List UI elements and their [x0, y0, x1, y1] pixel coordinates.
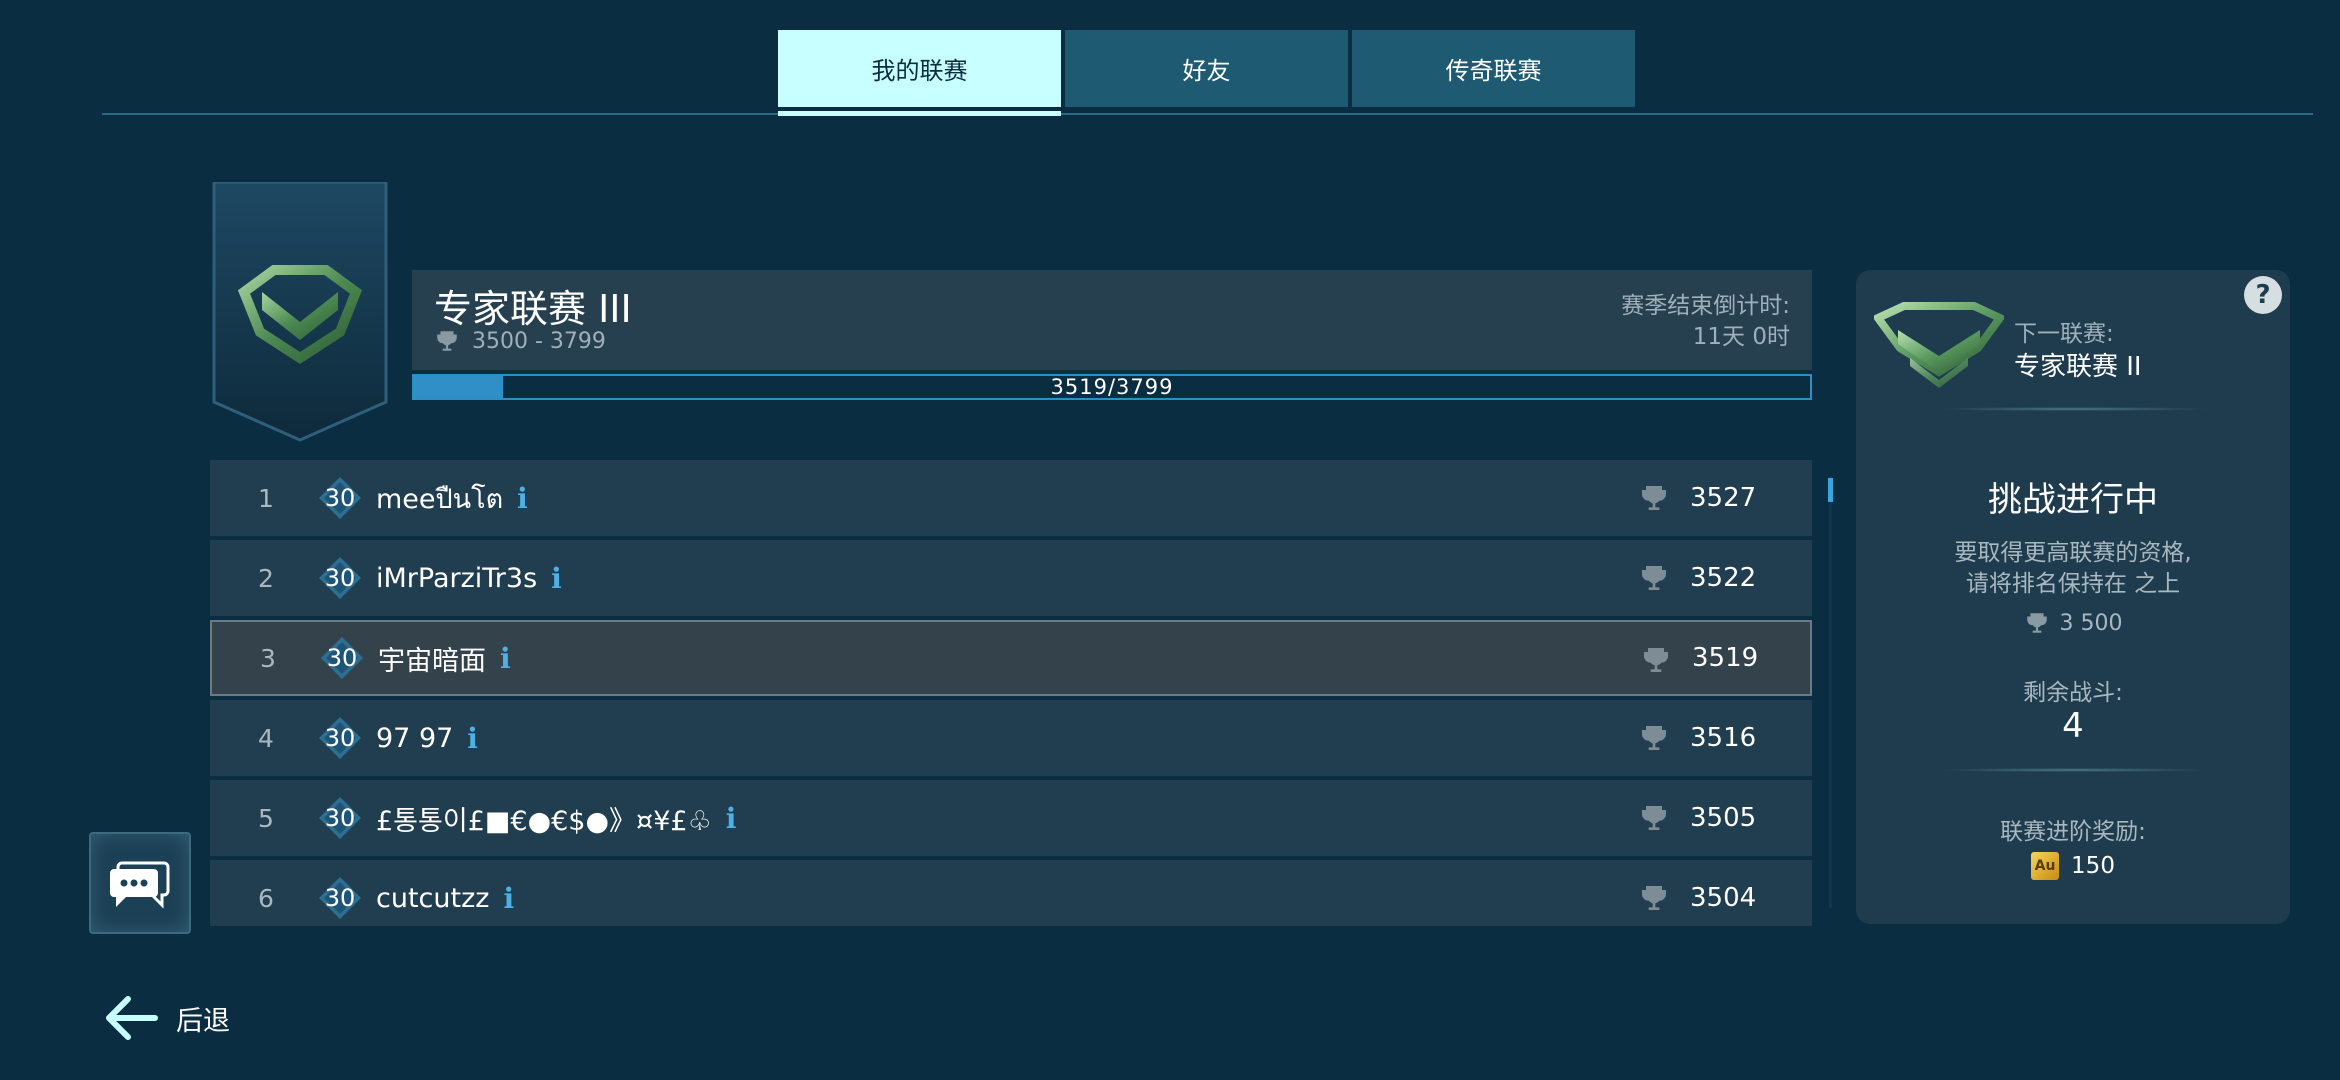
season-countdown-value: 11天 0时 — [1692, 324, 1790, 350]
trophy-icon — [1642, 486, 1666, 510]
league-title: 专家联赛 III — [434, 287, 632, 331]
help-icon[interactable]: ? — [2244, 276, 2282, 314]
promotion-reward: Au 150 — [1856, 852, 2290, 880]
player-score: 3505 — [1690, 803, 1757, 833]
player-rank: 1 — [258, 483, 274, 513]
tab-legend-league[interactable]: 传奇联赛 — [1352, 30, 1635, 107]
player-level-badge: 30 — [318, 476, 362, 520]
tab-friends[interactable]: 好友 — [1065, 30, 1348, 107]
trophy-icon — [1644, 648, 1668, 672]
player-level: 30 — [326, 644, 358, 672]
player-level: 30 — [324, 884, 356, 912]
tab-my-league[interactable]: 我的联赛 — [778, 30, 1061, 107]
league-badge-icon — [212, 182, 388, 442]
player-name: meeปืนโต i — [376, 477, 528, 520]
next-league-emblem-icon — [1874, 302, 2004, 388]
chat-button[interactable] — [89, 832, 191, 934]
league-progress-bar: 3519/3799 — [412, 374, 1812, 400]
player-name-text: 宇宙暗面 — [378, 645, 486, 677]
player-rank: 2 — [258, 563, 274, 593]
leaderboard-scroll-thumb[interactable] — [1828, 478, 1833, 502]
back-label: 后退 — [176, 1005, 230, 1037]
player-level-badge: 30 — [320, 636, 364, 680]
challenge-requirement-value: 3 500 — [2059, 610, 2123, 636]
challenge-description: 要取得更高联赛的资格, 请将排名保持在 之上 — [1856, 538, 2290, 600]
progress-text: 3519/3799 — [1050, 375, 1174, 399]
challenge-title: 挑战进行中 — [1988, 480, 2158, 520]
trophy-icon — [1642, 886, 1666, 910]
chat-icon — [110, 861, 170, 909]
leaderboard-row[interactable]: 6 30 cutcutzz i 3504 — [210, 860, 1812, 926]
info-icon[interactable]: i — [517, 482, 528, 515]
player-score: 3516 — [1690, 723, 1757, 753]
league-banner-emblem — [212, 182, 388, 442]
trophy-icon — [437, 331, 457, 351]
player-name-text: £통통이£■€●€$●》¤¥£♧ — [376, 805, 712, 837]
trophy-icon — [1642, 726, 1666, 750]
season-countdown-label: 赛季结束倒计时: — [1621, 293, 1790, 319]
tab-bar: 我的联赛 好友 传奇联赛 — [778, 30, 1635, 107]
player-level-badge: 30 — [318, 556, 362, 600]
info-icon[interactable]: i — [500, 642, 511, 675]
tab-active-indicator — [778, 111, 1061, 116]
leaderboard-row[interactable]: 2 30 iMrParziTr3s i 3522 — [210, 540, 1812, 616]
info-icon[interactable]: i — [503, 882, 514, 915]
player-score: 3504 — [1690, 883, 1757, 913]
next-league-name: 专家联赛 II — [2014, 352, 2142, 382]
next-league-panel: ? 下一联赛: 专家联赛 II 挑战进行中 要取得更高联赛的资格, 请将排名保持… — [1856, 270, 2290, 924]
player-score: 3527 — [1690, 483, 1757, 513]
player-name: cutcutzz i — [376, 882, 514, 915]
leaderboard: 1 30 meeปืนโต i 3527 2 30 iMrParziTr3s i 3522 3 30 宇… — [210, 460, 1812, 926]
remaining-battles-value: 4 — [2062, 706, 2084, 746]
player-level: 30 — [324, 564, 356, 592]
info-icon[interactable]: i — [467, 722, 478, 755]
player-rank: 3 — [260, 643, 276, 673]
player-rank: 4 — [258, 723, 274, 753]
player-name: £통통이£■€●€$●》¤¥£♧ i — [376, 799, 736, 838]
leaderboard-row[interactable]: 1 30 meeปืนโต i 3527 — [210, 460, 1812, 536]
gold-icon: Au — [2031, 852, 2060, 880]
leaderboard-row[interactable]: 4 30 97 97 i 3516 — [210, 700, 1812, 776]
player-name: iMrParziTr3s i — [376, 562, 562, 595]
challenge-desc-line1: 要取得更高联赛的资格, — [1954, 540, 2192, 566]
player-level-badge: 30 — [318, 876, 362, 920]
player-name: 宇宙暗面 i — [378, 639, 511, 678]
league-range-text: 3500 - 3799 — [472, 328, 606, 354]
player-level-badge: 30 — [318, 716, 362, 760]
player-name: 97 97 i — [376, 722, 478, 755]
promotion-reward-value: 150 — [2071, 853, 2115, 879]
player-name-text: cutcutzz — [376, 882, 490, 914]
player-level: 30 — [324, 804, 356, 832]
back-button[interactable]: 后退 — [104, 995, 230, 1041]
player-rank: 5 — [258, 803, 274, 833]
panel-divider — [1936, 407, 2210, 411]
player-score: 3522 — [1690, 563, 1757, 593]
challenge-desc-line2: 请将排名保持在 之上 — [1965, 571, 2181, 597]
player-name-text: meeปืนโต — [376, 483, 504, 515]
info-icon[interactable]: i — [551, 562, 562, 595]
player-level: 30 — [324, 484, 356, 512]
leaderboard-scrollbar[interactable] — [1829, 476, 1832, 908]
info-icon[interactable]: i — [726, 802, 737, 835]
back-arrow-icon — [106, 996, 158, 1040]
player-level: 30 — [324, 724, 356, 752]
panel-divider — [1936, 768, 2210, 772]
next-league-label: 下一联赛: — [2014, 321, 2114, 347]
remaining-battles-label: 剩余战斗: — [2023, 680, 2123, 706]
trophy-icon — [2026, 613, 2047, 633]
leaderboard-row[interactable]: 5 30 £통통이£■€●€$●》¤¥£♧ i 3505 — [210, 780, 1812, 856]
player-score: 3519 — [1692, 643, 1759, 673]
league-header: 专家联赛 III 3500 - 3799 赛季结束倒计时: 11天 0时 — [412, 270, 1812, 370]
trophy-icon — [1642, 566, 1666, 590]
player-level-badge: 30 — [318, 796, 362, 840]
player-name-text: 97 97 — [376, 722, 454, 754]
player-rank: 6 — [258, 883, 274, 913]
player-name-text: iMrParziTr3s — [376, 562, 538, 594]
promotion-reward-label: 联赛进阶奖励: — [2000, 819, 2146, 845]
challenge-requirement: 3 500 — [1856, 610, 2290, 636]
leaderboard-row[interactable]: 3 30 宇宙暗面 i 3519 — [210, 620, 1812, 696]
trophy-icon — [1642, 806, 1666, 830]
tab-divider — [102, 113, 2313, 115]
league-range: 3500 - 3799 — [434, 328, 606, 354]
